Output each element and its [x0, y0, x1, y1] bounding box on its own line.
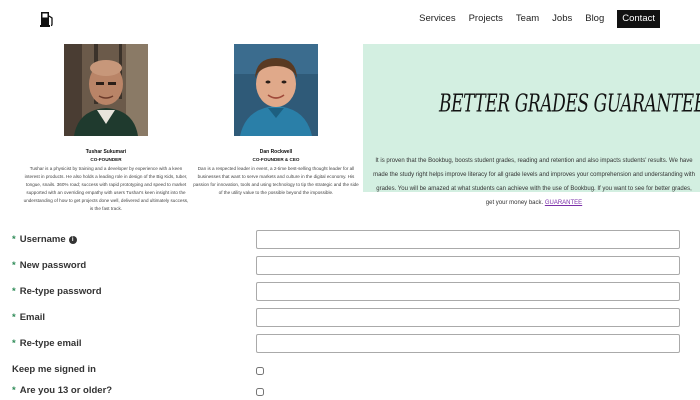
retype-email-row: * Re-type email [12, 334, 692, 354]
username-label: * Username i [12, 234, 77, 245]
required-marker: * [12, 312, 16, 323]
email-label: * Email [12, 312, 45, 323]
required-marker: * [12, 286, 16, 297]
promo-body: It is proven that the Bookbug, boosts st… [373, 158, 695, 206]
team-member-card: Dan Rockwell CO-FOUNDER & CEO Dan is a r… [192, 44, 360, 197]
team-member-photo [234, 44, 318, 136]
keep-signed-in-row: Keep me signed in [12, 360, 692, 380]
team-member-photo [64, 44, 148, 136]
top-navigation: Services Projects Team Jobs Blog Contact [0, 0, 700, 40]
keep-signed-in-label: Keep me signed in [12, 364, 96, 375]
promo-title: BETTER GRADES GUARANTEED [439, 89, 700, 119]
required-marker: * [12, 234, 16, 245]
retype-password-input[interactable] [256, 282, 680, 301]
team-member-bio: Dan is a respected leader in event, a 2-… [193, 166, 359, 195]
team-member-name: Dan Rockwell [259, 149, 293, 155]
new-password-row: * New password [12, 256, 692, 276]
age-check-checkbox[interactable] [256, 388, 264, 396]
main-nav: Services Projects Team Jobs Blog Contact [406, 9, 660, 29]
retype-password-row: * Re-type password [12, 282, 692, 302]
nav-team-link[interactable]: Team [516, 9, 539, 29]
nav-services-link[interactable]: Services [419, 9, 455, 29]
required-marker: * [12, 260, 16, 271]
keep-signed-in-label-text: Keep me signed in [12, 364, 96, 375]
fuel-pump-icon[interactable] [40, 10, 54, 27]
nav-contact-button[interactable]: Contact [617, 10, 660, 28]
email-input[interactable] [256, 308, 680, 327]
keep-signed-in-checkbox[interactable] [256, 367, 264, 375]
guarantee-link[interactable]: GUARANTEE [545, 200, 582, 206]
required-marker: * [12, 385, 16, 396]
team-member-role: CO-FOUNDER & CEO [252, 157, 300, 162]
email-label-text: Email [19, 312, 46, 323]
team-member-bio: Tushar is a physicist by training and a … [23, 166, 189, 211]
retype-email-input[interactable] [256, 334, 680, 353]
retype-email-label: * Re-type email [12, 338, 81, 349]
nav-jobs-link[interactable]: Jobs [552, 9, 572, 29]
age-check-label: * Are you 13 or older? [12, 385, 112, 396]
username-input[interactable] [256, 230, 680, 249]
team-member-card: Tushar Sukumari CO-FOUNDER Tushar is a p… [23, 44, 189, 213]
new-password-label: * New password [12, 260, 86, 271]
email-row: * Email [12, 308, 692, 328]
required-marker: * [12, 338, 16, 349]
retype-password-label: * Re-type password [12, 286, 102, 297]
nav-blog-link[interactable]: Blog [585, 9, 604, 29]
username-label-text: Username [19, 234, 66, 245]
new-password-input[interactable] [256, 256, 680, 275]
team-member-role: CO-FOUNDER [90, 157, 122, 162]
retype-email-label-text: Re-type email [19, 338, 82, 349]
info-icon[interactable]: i [68, 235, 77, 244]
retype-password-label-text: Re-type password [19, 286, 102, 297]
username-row: * Username i [12, 230, 692, 250]
promo-text: It is proven that the Bookbug, boosts st… [373, 154, 695, 210]
team-member-name: Tushar Sukumari [85, 149, 127, 155]
age-check-label-text: Are you 13 or older? [19, 385, 113, 396]
age-check-row: * Are you 13 or older? [12, 381, 692, 400]
new-password-label-text: New password [19, 260, 87, 271]
promo-banner: BETTER GRADES GUARANTEED It is proven th… [363, 44, 700, 206]
nav-projects-link[interactable]: Projects [469, 9, 503, 29]
